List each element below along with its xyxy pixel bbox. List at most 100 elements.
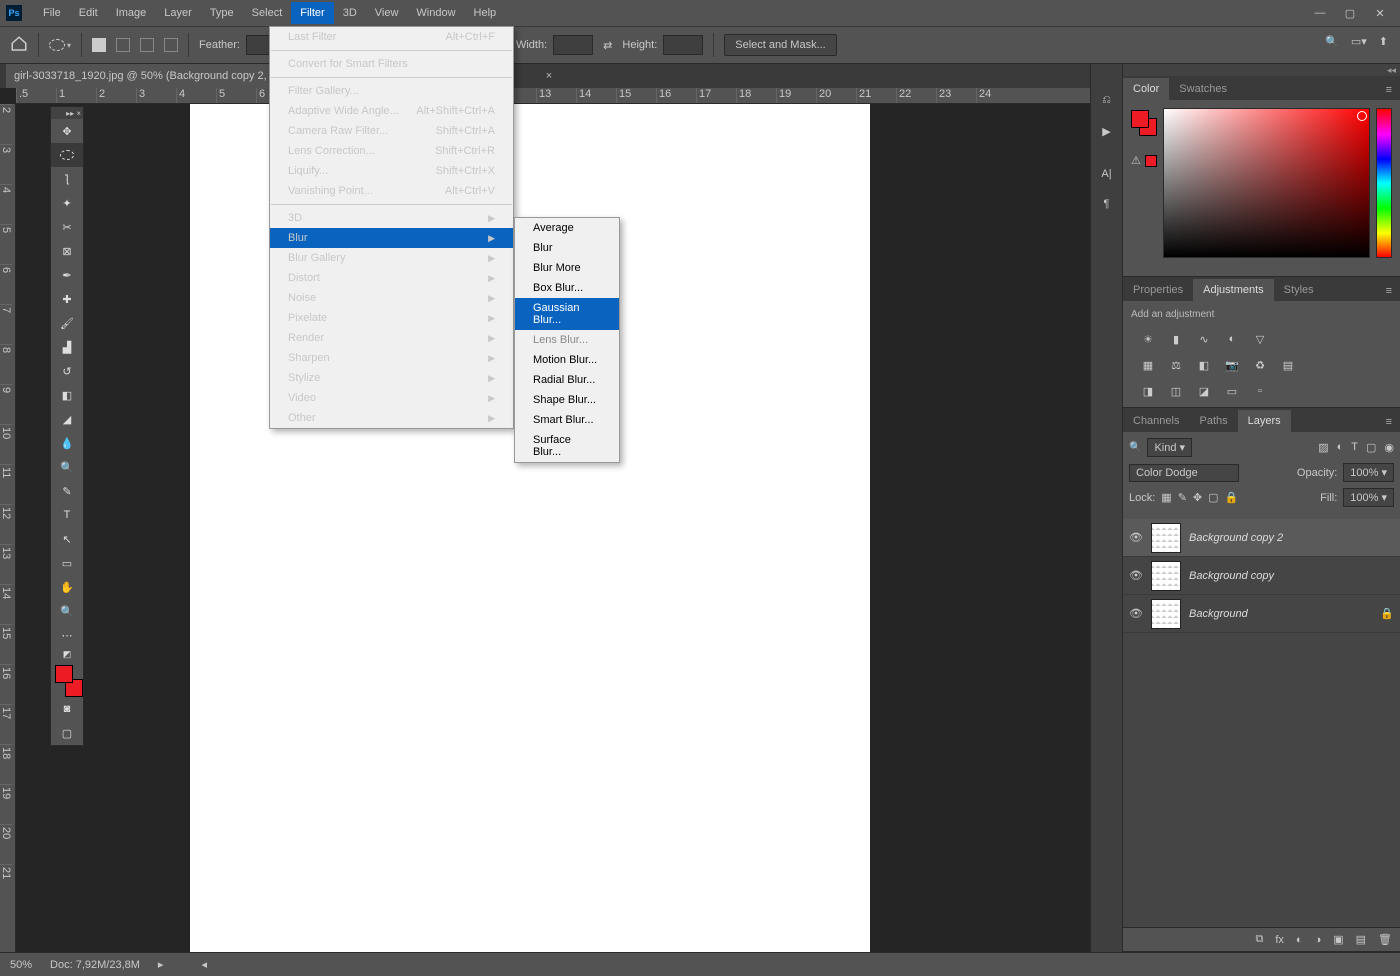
filter-item[interactable]: Sharpen▶ [270, 348, 513, 368]
lut-icon[interactable]: ▤ [1279, 356, 1297, 374]
blur-item[interactable]: Gaussian Blur... [515, 298, 619, 330]
swap-icon[interactable]: ⇄ [603, 39, 612, 52]
adjustment-layer-icon[interactable]: ◑ [1315, 934, 1322, 946]
maximize-button[interactable]: ▢ [1340, 5, 1360, 21]
selection-intersect-icon[interactable] [164, 38, 178, 52]
document-tab[interactable]: girl-3033718_1920.jpg @ 50% (Background … [6, 64, 286, 88]
blur-item[interactable]: Average [515, 218, 619, 238]
selcolor-icon[interactable]: ▫ [1251, 382, 1269, 400]
threshold-icon[interactable]: ◪ [1195, 382, 1213, 400]
tab-color[interactable]: Color [1123, 78, 1169, 100]
layer-row[interactable]: 👁Background🔒 [1123, 595, 1400, 633]
lock-position-icon[interactable]: ✥ [1193, 491, 1202, 504]
layer-filter-kind[interactable]: Kind ▾ [1147, 438, 1192, 457]
blur-item[interactable]: Lens Blur... [515, 330, 619, 350]
panel-collapse-bar[interactable]: ◂◂ [1123, 64, 1400, 76]
tab-layers[interactable]: Layers [1238, 410, 1291, 432]
exposure-icon[interactable]: ◐ [1223, 330, 1241, 348]
filter-item[interactable]: Liquify...Shift+Ctrl+X [270, 161, 513, 181]
stamp-tool[interactable]: ▟ [51, 335, 83, 359]
selection-add-icon[interactable] [116, 38, 130, 52]
filter-item[interactable]: Stylize▶ [270, 368, 513, 388]
zoom-tool[interactable]: 🔍 [51, 599, 83, 623]
filter-item[interactable]: Vanishing Point...Alt+Ctrl+V [270, 181, 513, 201]
tab-channels[interactable]: Channels [1123, 410, 1189, 432]
curves-icon[interactable]: ∿ [1195, 330, 1213, 348]
close-button[interactable]: ✕ [1370, 5, 1390, 21]
filter-shape-icon[interactable]: ▢ [1366, 441, 1376, 454]
menu-file[interactable]: File [34, 2, 70, 24]
paragraph-icon[interactable]: ¶ [1104, 198, 1110, 210]
magic-wand-tool[interactable]: ✦ [51, 191, 83, 215]
tab-properties[interactable]: Properties [1123, 279, 1193, 301]
layer-row[interactable]: 👁Background copy 2 [1123, 519, 1400, 557]
lock-transparent-icon[interactable]: ▦ [1161, 491, 1171, 504]
filter-item[interactable]: Render▶ [270, 328, 513, 348]
posterize-icon[interactable]: ◫ [1167, 382, 1185, 400]
blur-item[interactable]: Box Blur... [515, 278, 619, 298]
workspace-switcher-icon[interactable]: ▭▾ [1351, 35, 1367, 48]
zoom-level[interactable]: 50% [10, 959, 32, 971]
quick-mask-icon[interactable]: ◙ [51, 697, 83, 721]
share-icon[interactable]: ⬆ [1379, 35, 1388, 48]
minimize-button[interactable]: — [1310, 5, 1330, 21]
mixer-icon[interactable]: ♻ [1251, 356, 1269, 374]
brush-tool[interactable]: 🖌 [51, 311, 83, 335]
fx-icon[interactable]: fx [1275, 934, 1284, 946]
screen-mode-icon[interactable]: ▢ [51, 721, 83, 745]
filter-item[interactable]: Other▶ [270, 408, 513, 428]
filter-item[interactable]: Last FilterAlt+Ctrl+F [270, 27, 513, 47]
filter-pixel-icon[interactable]: ▨ [1318, 441, 1328, 454]
filter-item[interactable]: Convert for Smart Filters [270, 54, 513, 74]
scroll-left-icon[interactable]: ◂ [201, 958, 207, 971]
link-layers-icon[interactable]: ⧉ [1255, 933, 1263, 946]
menu-type[interactable]: Type [201, 2, 243, 24]
edit-toolbar[interactable]: ⋯ [51, 623, 83, 647]
fill-input[interactable]: 100% ▾ [1343, 488, 1394, 507]
crop-tool[interactable]: ✂ [51, 215, 83, 239]
filter-item[interactable]: Adaptive Wide Angle...Alt+Shift+Ctrl+A [270, 101, 513, 121]
visibility-icon[interactable]: 👁 [1129, 531, 1143, 544]
filter-item[interactable]: Noise▶ [270, 288, 513, 308]
blur-item[interactable]: Motion Blur... [515, 350, 619, 370]
hue-icon[interactable]: ▦ [1139, 356, 1157, 374]
filter-item[interactable]: Distort▶ [270, 268, 513, 288]
blur-item[interactable]: Smart Blur... [515, 410, 619, 430]
layer-thumbnail[interactable] [1151, 561, 1181, 591]
hue-slider[interactable] [1376, 108, 1392, 258]
foreground-color[interactable] [55, 665, 73, 683]
search-icon[interactable]: 🔍 [1325, 35, 1339, 48]
height-input[interactable] [663, 35, 703, 55]
tab-adjustments[interactable]: Adjustments [1193, 279, 1274, 301]
doc-info[interactable]: Doc: 7,92M/23,8M [50, 959, 140, 971]
pen-tool[interactable]: ✎ [51, 479, 83, 503]
tab-styles[interactable]: Styles [1274, 279, 1324, 301]
type-tool[interactable]: T [51, 503, 83, 527]
brightness-icon[interactable]: ☀ [1139, 330, 1157, 348]
filter-item[interactable]: Filter Gallery... [270, 81, 513, 101]
filter-item[interactable]: Blur▶ [270, 228, 513, 248]
lasso-tool[interactable]: ƪ [51, 167, 83, 191]
play-icon[interactable]: ▶ [1102, 125, 1110, 138]
lock-artboard-icon[interactable]: ▢ [1208, 491, 1218, 504]
menu-image[interactable]: Image [107, 2, 156, 24]
gradient-tool[interactable]: ◢ [51, 407, 83, 431]
menu-edit[interactable]: Edit [70, 2, 107, 24]
selection-new-icon[interactable] [92, 38, 106, 52]
blur-item[interactable]: Blur More [515, 258, 619, 278]
filter-item[interactable]: Lens Correction...Shift+Ctrl+R [270, 141, 513, 161]
marquee-tool-indicator[interactable]: ▾ [49, 39, 71, 51]
healing-tool[interactable]: ✚ [51, 287, 83, 311]
history-brush-tool[interactable]: ↺ [51, 359, 83, 383]
blur-tool[interactable]: 💧 [51, 431, 83, 455]
mask-icon[interactable]: ◐ [1296, 934, 1303, 946]
menu-help[interactable]: Help [465, 2, 506, 24]
new-layer-icon[interactable]: ▤ [1356, 933, 1366, 946]
tab-paths[interactable]: Paths [1189, 410, 1237, 432]
color-fg-bg-swatches[interactable] [1131, 110, 1157, 136]
visibility-icon[interactable]: 👁 [1129, 607, 1143, 620]
filter-item[interactable]: Blur Gallery▶ [270, 248, 513, 268]
invert-icon[interactable]: ◨ [1139, 382, 1157, 400]
levels-icon[interactable]: ▮ [1167, 330, 1185, 348]
foreground-background-colors[interactable] [55, 665, 87, 697]
